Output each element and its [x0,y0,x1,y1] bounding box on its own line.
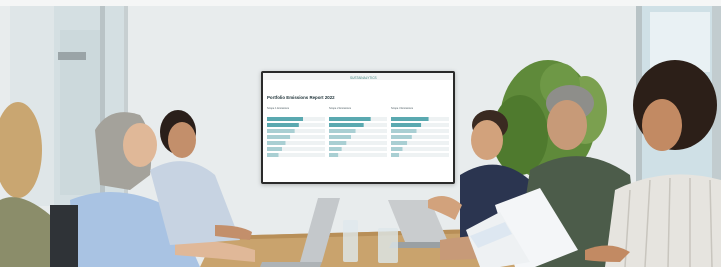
panel-bar [329,129,356,133]
panel-bar-track [346,141,387,145]
screen-brand: SUSTAINALYTICS [350,76,377,80]
panel-bar [391,147,403,151]
panel-bar-track [341,147,387,151]
meeting-room-photo: SUSTAINALYTICS Portfolio Emissions Repor… [0,0,721,267]
panel-bar [391,141,408,145]
panel-bar-track [416,129,449,133]
panel-bar [391,153,400,157]
panel-bar-track [411,135,449,139]
panel-bar [267,135,291,139]
panel-bar [267,153,279,157]
panel-bar-track [285,141,325,145]
panel-bar [329,141,347,145]
panel-bar [267,141,286,145]
panel-bar [391,123,422,127]
panel-bar [329,123,364,127]
panel-bar [267,129,295,133]
panel-bar-track [355,129,387,133]
panel-bar-track [282,147,325,151]
panel-bar-track [399,153,449,157]
panel-bar-track [402,147,449,151]
screen-title: Portfolio Emissions Report 2022 [267,95,335,100]
panel-bar-track [370,117,387,121]
panel-bar-track [298,123,325,127]
panel-bar-track [278,153,325,157]
panel-bar [391,117,429,121]
panel-bar-track [363,123,387,127]
panel-label: Scope 3 Emissions [391,106,414,110]
panel-bar-track [421,123,449,127]
panel-bar-track [294,129,325,133]
panel-bar-track [428,117,449,121]
panel-bar-track [290,135,325,139]
panel-bar-track [351,135,387,139]
panel-bar-track [303,117,325,121]
panel-bar [391,129,417,133]
panel-bar [329,117,371,121]
panel-bar [267,117,303,121]
panel-label: Scope 2 Emissions [329,106,352,110]
panel-bar [329,153,339,157]
panel-bar [267,123,299,127]
panel-bar-track [407,141,449,145]
ceiling-strip [0,0,721,6]
panel-bar-track [338,153,387,157]
panel-bar [391,135,412,139]
panel-label: Scope 1 Emissions [267,106,290,110]
panel-bar [329,135,351,139]
wall-tv [261,71,455,184]
panel-bar [267,147,283,151]
panel-bar [329,147,342,151]
